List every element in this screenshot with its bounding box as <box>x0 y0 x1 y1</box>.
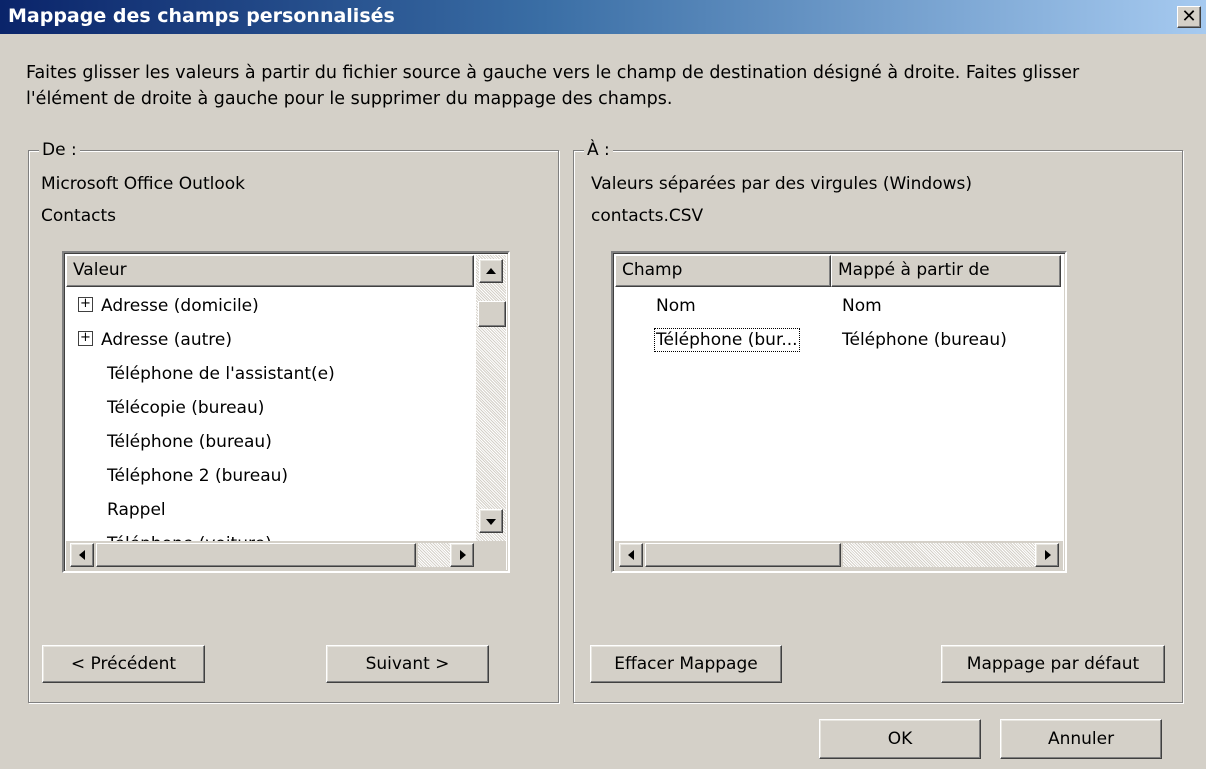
arrow-right-icon <box>460 550 466 560</box>
next-button[interactable]: Suivant > <box>326 645 489 683</box>
title-bar: Mappage des champs personnalisés ✕ <box>0 0 1206 34</box>
scroll-up-button[interactable] <box>479 259 503 283</box>
close-button[interactable]: ✕ <box>1177 6 1201 28</box>
arrow-down-icon <box>486 519 496 525</box>
list-item[interactable]: Télécopie (bureau) <box>107 391 264 425</box>
source-folder-name: Contacts <box>41 206 116 226</box>
previous-button[interactable]: < Précédent <box>42 645 205 683</box>
scroll-right-button[interactable] <box>450 543 474 567</box>
arrow-up-icon <box>486 268 496 274</box>
mapped-from-column-header[interactable]: Mappé à partir de <box>831 255 1061 287</box>
arrow-left-icon <box>79 550 85 560</box>
list-item[interactable]: Téléphone (bureau) <box>107 425 272 459</box>
mapping-field-cell[interactable]: Nom <box>656 289 696 323</box>
destination-file: contacts.CSV <box>591 206 704 226</box>
instructions-line-2: l'élément de droite à gauche pour le sup… <box>26 89 673 109</box>
default-mapping-button[interactable]: Mappage par défaut <box>941 645 1165 683</box>
to-group: À : Valeurs séparées par des virgules (W… <box>573 139 1183 703</box>
from-group: De : Microsoft Office Outlook Contacts V… <box>28 139 559 703</box>
ok-button[interactable]: OK <box>819 719 981 759</box>
clear-mapping-button[interactable]: Effacer Mappage <box>590 645 782 683</box>
value-column-header[interactable]: Valeur <box>66 255 474 287</box>
arrow-left-icon <box>628 550 634 560</box>
source-field-list[interactable]: Valeur + Adresse (domicile) + Adresse (aut… <box>62 251 510 573</box>
scroll-down-button[interactable] <box>479 509 503 533</box>
destination-format: Valeurs séparées par des virgules (Windo… <box>591 174 972 194</box>
from-legend: De : <box>39 139 80 161</box>
mapping-field-cell-selected[interactable]: Téléphone (bur... <box>654 323 800 357</box>
horizontal-scroll-track[interactable] <box>418 543 450 567</box>
field-column-header[interactable]: Champ <box>615 255 831 287</box>
arrow-right-icon <box>1045 550 1051 560</box>
to-legend: À : <box>584 139 613 161</box>
list-item[interactable]: Rappel <box>107 493 166 527</box>
scroll-right-button[interactable] <box>1035 543 1059 567</box>
list-item[interactable]: + Adresse (autre) <box>78 323 232 357</box>
list-item[interactable]: Téléphone de l'assistant(e) <box>107 357 335 391</box>
horizontal-scroll-track[interactable] <box>843 543 1035 567</box>
horizontal-scroll-thumb[interactable] <box>96 543 416 567</box>
window-title: Mappage des champs personnalisés <box>8 5 395 27</box>
expand-icon[interactable]: + <box>78 330 93 346</box>
horizontal-scroll-thumb[interactable] <box>645 543 841 567</box>
vertical-scrollbar[interactable] <box>476 255 506 543</box>
list-item[interactable]: Téléphone 2 (bureau) <box>107 459 288 493</box>
mapping-source-cell: Téléphone (bureau) <box>842 330 1007 350</box>
destination-mapping-list[interactable]: Champ Mappé à partir de Nom Nom Téléphon… <box>611 251 1067 573</box>
mapping-source-cell: Nom <box>842 296 882 316</box>
expand-icon[interactable]: + <box>78 296 93 312</box>
instructions-line-1: Faites glisser les valeurs à partir du f… <box>26 63 1080 83</box>
scroll-left-button[interactable] <box>70 543 94 567</box>
instructions-text: Faites glisser les valeurs à partir du f… <box>26 60 1196 112</box>
close-icon: ✕ <box>1181 6 1197 27</box>
vertical-scroll-thumb[interactable] <box>478 301 506 327</box>
list-item[interactable]: + Adresse (domicile) <box>78 289 259 323</box>
cancel-button[interactable]: Annuler <box>1000 719 1162 759</box>
source-app-name: Microsoft Office Outlook <box>41 174 245 194</box>
scroll-left-button[interactable] <box>619 543 643 567</box>
